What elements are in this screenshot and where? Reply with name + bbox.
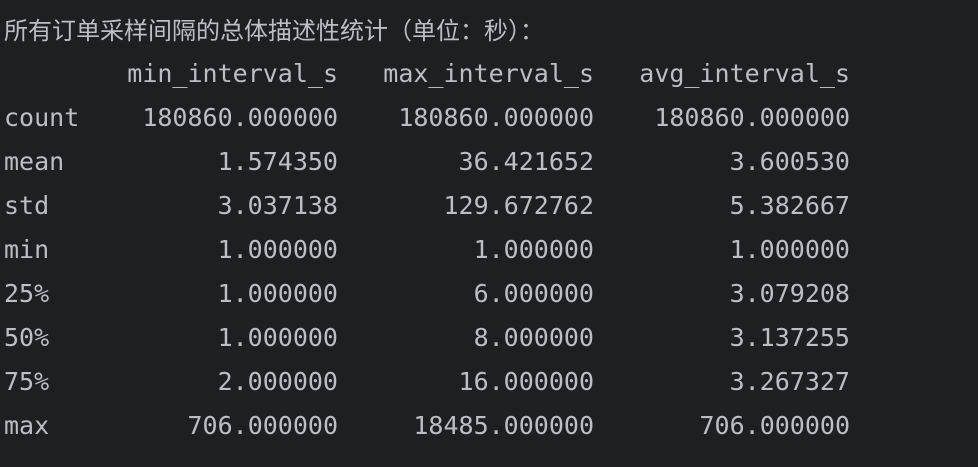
table-cell: 1.000000 [217, 323, 338, 352]
table-cell: 1.000000 [217, 235, 338, 264]
column-header-avg-interval: avg_interval_s [639, 59, 850, 88]
row-label: max [4, 411, 50, 440]
table-row: std 3.037138 129.672762 5.382667 [0, 184, 978, 228]
column-header-max-interval: max_interval_s [383, 59, 594, 88]
output-heading: 所有订单采样间隔的总体描述性统计（单位：秒）： [4, 17, 544, 45]
table-row: 50% 1.000000 8.000000 3.137255 [0, 316, 978, 360]
table-cell: 180860.000000 [654, 103, 850, 132]
row-label: 25% [4, 279, 50, 308]
table-cell: 180860.000000 [142, 103, 338, 132]
table-row: 25% 1.000000 6.000000 3.079208 [0, 272, 978, 316]
table-row: mean 1.574350 36.421652 3.600530 [0, 140, 978, 184]
table-cell: 1.000000 [473, 235, 594, 264]
table-cell: 706.000000 [187, 411, 338, 440]
row-label: count [4, 103, 80, 132]
table-cell: 2.000000 [217, 367, 338, 396]
row-label: 50% [4, 323, 50, 352]
row-label: min [4, 235, 50, 264]
console-output: 所有订单采样间隔的总体描述性统计（单位：秒）： min_interval_s m… [0, 0, 978, 467]
table-cell: 3.600530 [729, 147, 850, 176]
table-cell: 180860.000000 [398, 103, 594, 132]
table-cell: 3.137255 [729, 323, 850, 352]
table-row: count 180860.000000 180860.000000 180860… [0, 96, 978, 140]
table-cell: 129.672762 [443, 191, 594, 220]
table-cell: 16.000000 [458, 367, 594, 396]
row-label: 75% [4, 367, 50, 396]
table-cell: 1.000000 [729, 235, 850, 264]
table-cell: 3.267327 [729, 367, 850, 396]
table-cell: 3.037138 [217, 191, 338, 220]
table-cell: 1.574350 [217, 147, 338, 176]
table-row: 75% 2.000000 16.000000 3.267327 [0, 360, 978, 404]
column-header-min-interval: min_interval_s [127, 59, 338, 88]
table-row: max 706.000000 18485.000000 706.000000 [0, 404, 978, 448]
table-cell: 706.000000 [699, 411, 850, 440]
table-cell: 18485.000000 [413, 411, 594, 440]
table-cell: 8.000000 [473, 323, 594, 352]
table-cell: 5.382667 [729, 191, 850, 220]
row-label: std [4, 191, 50, 220]
table-row: min 1.000000 1.000000 1.000000 [0, 228, 978, 272]
row-label: mean [4, 147, 65, 176]
table-cell: 3.079208 [729, 279, 850, 308]
table-cell: 36.421652 [458, 147, 594, 176]
table-cell: 1.000000 [217, 279, 338, 308]
table-cell: 6.000000 [473, 279, 594, 308]
table-header-row: min_interval_s max_interval_s avg_interv… [0, 52, 978, 96]
